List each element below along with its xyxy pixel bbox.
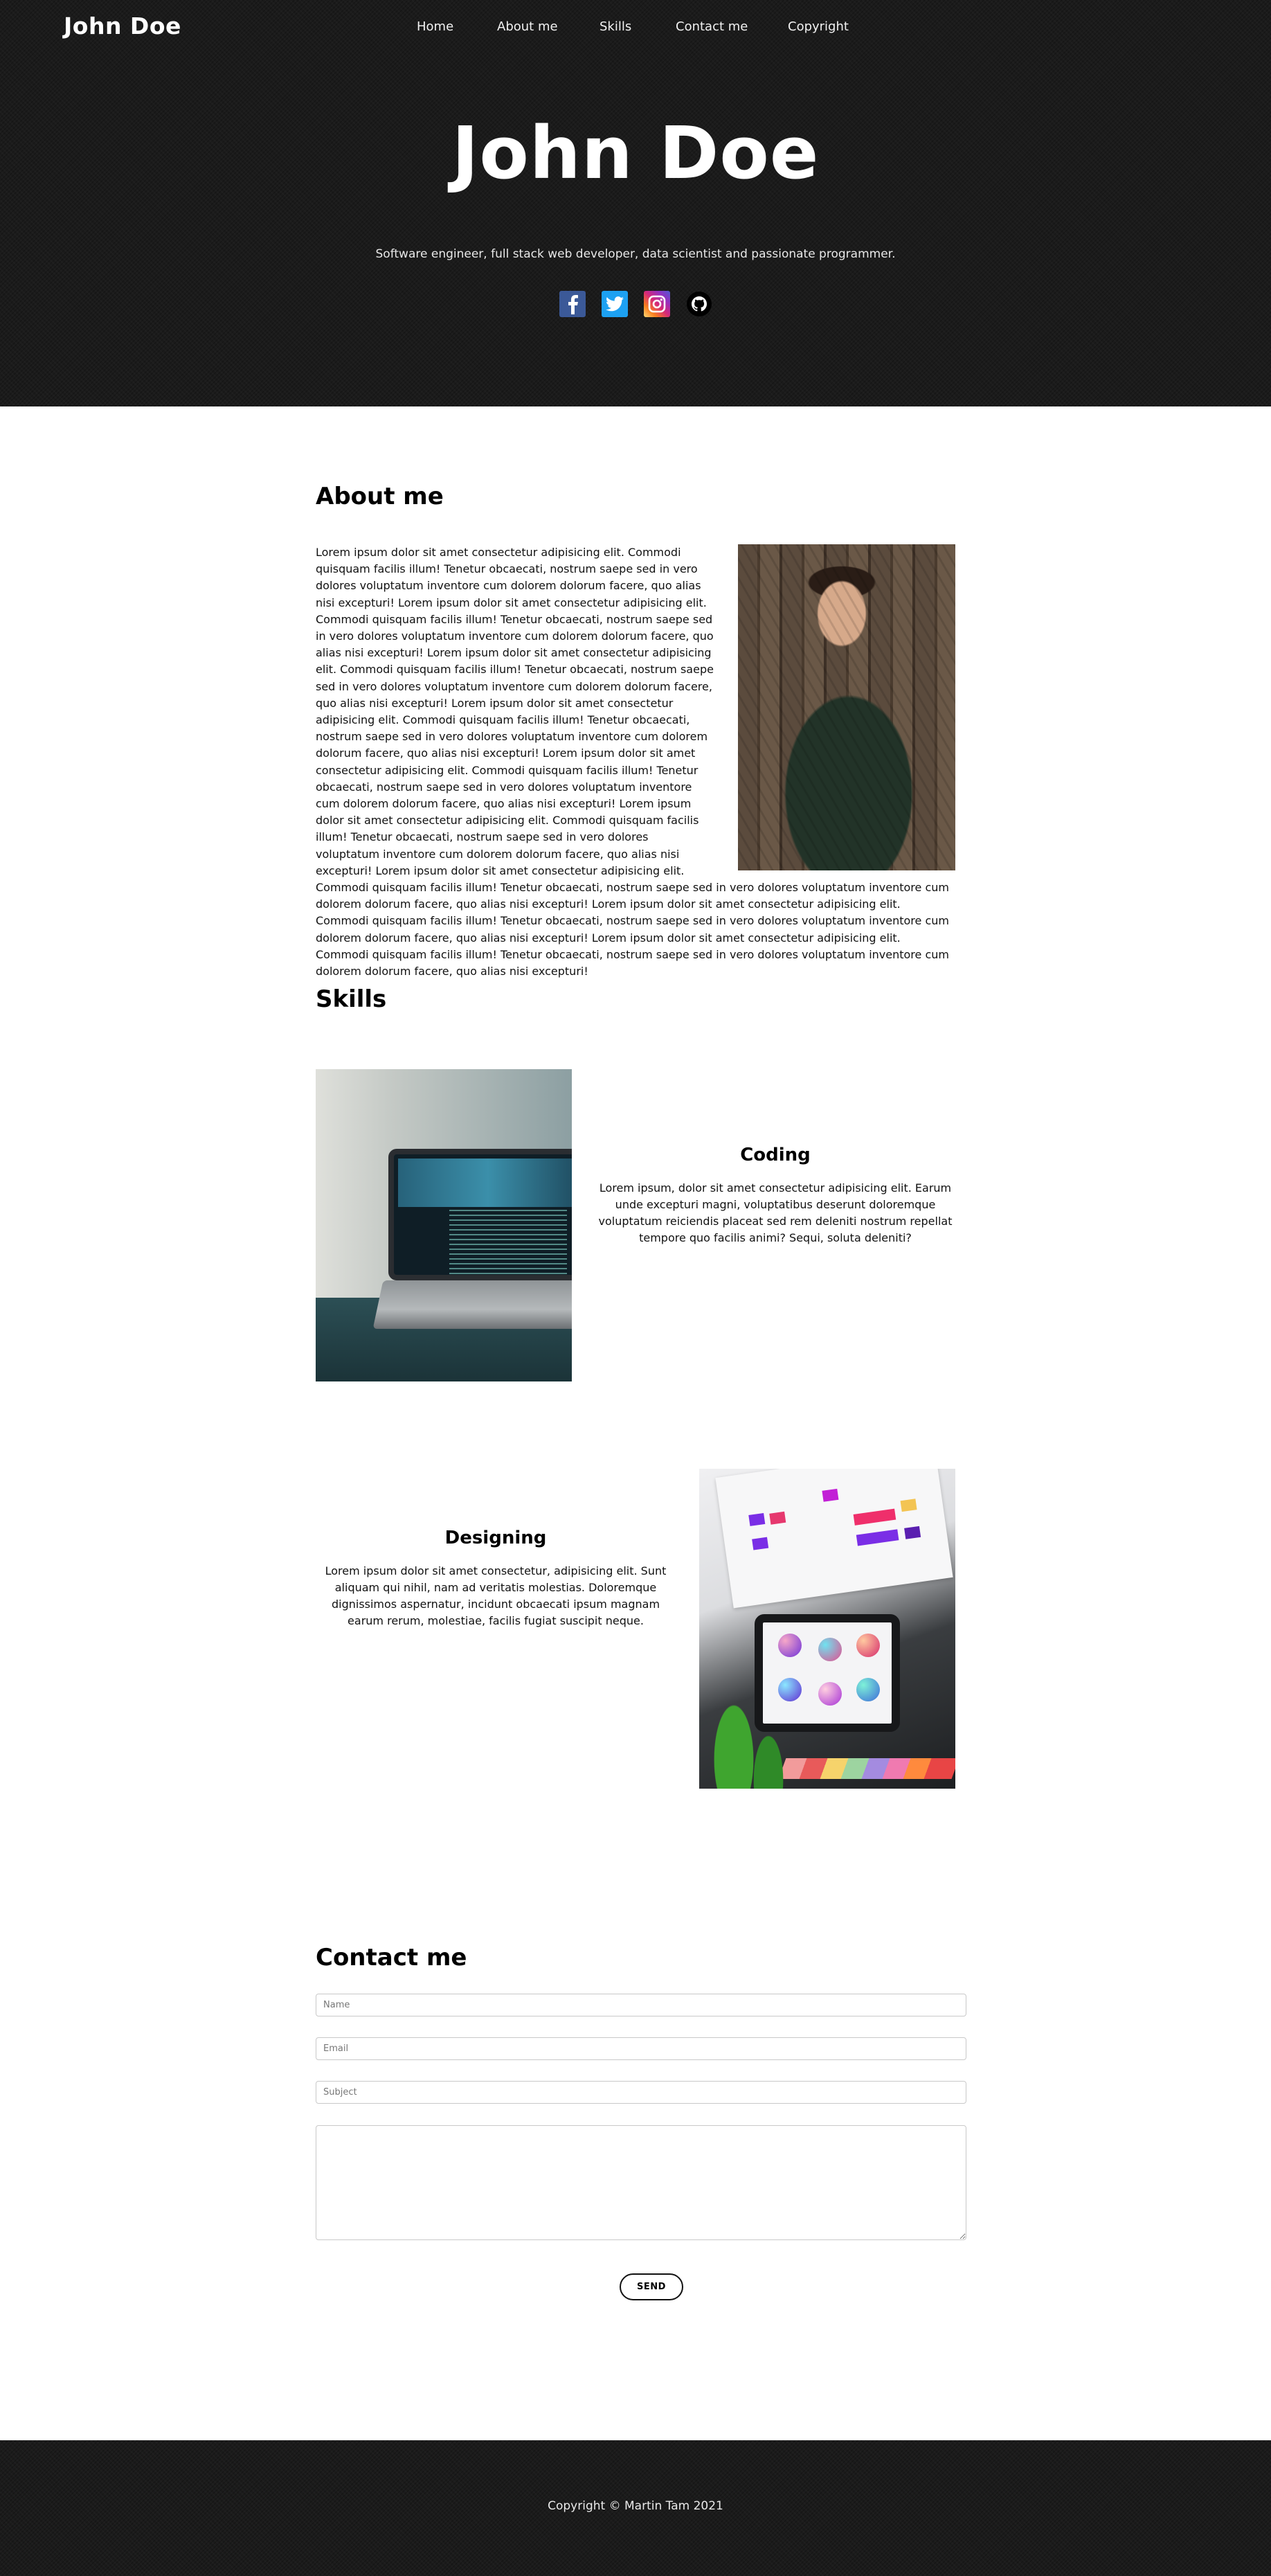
hero-subtitle: Software engineer, full stack web develo… (375, 247, 896, 261)
copyright-text: Copyright © Martin Tam 2021 (548, 2499, 723, 2513)
coding-title: Coding (740, 1145, 811, 1165)
contact-heading: Contact me (316, 1944, 467, 1971)
top-nav: Home About me Skills Contact me Copyrigh… (0, 19, 1271, 36)
laptop-screen (388, 1149, 572, 1280)
hero-header: John Doe Home About me Skills Contact me… (0, 0, 1271, 406)
laptop-keyboard (372, 1280, 572, 1329)
name-input[interactable] (316, 1994, 966, 2016)
send-button[interactable]: SEND (620, 2273, 683, 2300)
subject-input[interactable] (316, 2081, 966, 2104)
footer: Copyright © Martin Tam 2021 (0, 2440, 1271, 2576)
instagram-icon[interactable] (644, 291, 670, 317)
twitter-icon[interactable] (602, 291, 628, 317)
coding-image (316, 1069, 572, 1381)
skills-heading: Skills (316, 985, 387, 1013)
facebook-icon[interactable] (559, 291, 586, 317)
color-palette-paper (715, 1469, 953, 1609)
designing-text: Lorem ipsum dolor sit amet consectetur, … (325, 1564, 667, 1627)
nav-about-me[interactable]: About me (497, 19, 558, 34)
profile-photo (738, 544, 955, 870)
email-input[interactable] (316, 2037, 966, 2060)
plant-leaves (699, 1676, 796, 1789)
hero-title: John Doe (451, 111, 820, 195)
designing-image (699, 1469, 955, 1789)
social-links (559, 291, 712, 317)
about-content: Lorem ipsum dolor sit amet consectetur a… (316, 544, 955, 980)
about-heading: About me (316, 483, 444, 510)
nav-contact-me[interactable]: Contact me (676, 19, 748, 34)
color-swatches (778, 1758, 955, 1779)
nav-copyright[interactable]: Copyright (788, 19, 849, 34)
nav-home[interactable]: Home (417, 19, 453, 34)
github-icon[interactable] (686, 291, 712, 317)
nav-skills[interactable]: Skills (600, 19, 631, 34)
designing-title: Designing (444, 1528, 547, 1548)
coding-text: Lorem ipsum, dolor sit amet consectetur … (598, 1181, 953, 1244)
message-textarea[interactable] (316, 2125, 966, 2240)
